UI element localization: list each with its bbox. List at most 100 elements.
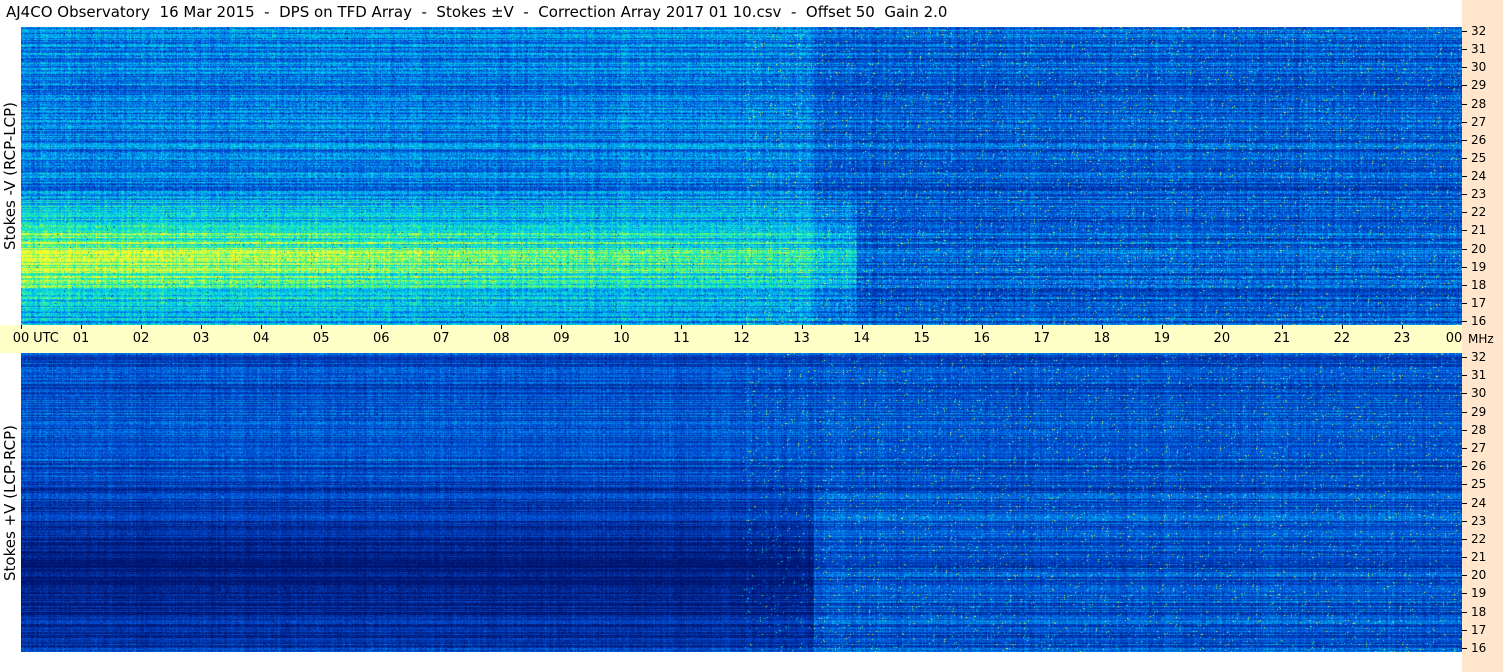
frequency-tick-mark <box>1462 103 1467 105</box>
frequency-tick-mark <box>1462 302 1467 304</box>
time-tick-mark <box>201 325 203 329</box>
frequency-tick-mark <box>1462 502 1467 504</box>
frequency-tick-label: 17 <box>1471 622 1487 637</box>
time-tick-label: 22 <box>1333 331 1351 346</box>
frequency-tick-mark <box>1462 357 1467 358</box>
frequency-tick-mark <box>1462 266 1467 268</box>
frequency-tick-mark <box>1462 557 1467 559</box>
time-tick-mark <box>1041 325 1043 329</box>
frequency-tick-label: 27 <box>1471 114 1487 129</box>
time-tick-mark <box>741 325 743 329</box>
time-tick-label: 00 <box>12 331 30 346</box>
frequency-tick-mark <box>1462 611 1467 613</box>
time-tick-label: 00 <box>1445 331 1463 346</box>
spectrogram-bottom-panel <box>21 353 1462 652</box>
time-tick-mark <box>861 325 863 329</box>
time-tick-mark <box>441 325 443 329</box>
frequency-tick-mark <box>1462 157 1467 159</box>
frequency-tick-label: 30 <box>1471 386 1487 401</box>
time-tick-mark <box>801 325 803 329</box>
time-tick-label: 12 <box>733 331 750 346</box>
frequency-tick-mark <box>1462 538 1467 540</box>
time-tick-label: 20 <box>1213 331 1231 346</box>
time-tick-label: 15 <box>913 331 930 346</box>
frequency-tick-label: 25 <box>1471 477 1487 492</box>
time-tick-label: 10 <box>613 331 630 346</box>
time-tick-label: 06 <box>372 331 390 346</box>
time-tick-label: 01 <box>72 331 90 346</box>
time-tick-label: 03 <box>192 331 210 346</box>
frequency-tick-mark <box>1462 139 1467 141</box>
frequency-tick-label: 24 <box>1471 495 1487 510</box>
time-tick-mark <box>1101 325 1103 329</box>
spectrogram-top-canvas <box>21 27 1462 325</box>
frequency-tick-label: 26 <box>1471 132 1487 147</box>
chart-title: AJ4CO Observatory 16 Mar 2015 - DPS on T… <box>6 3 948 21</box>
time-tick-mark <box>681 325 683 329</box>
time-tick-mark <box>501 325 503 329</box>
frequency-tick-mark <box>1462 321 1467 322</box>
frequency-tick-label: 22 <box>1471 205 1487 220</box>
time-tick-mark <box>1281 325 1283 329</box>
time-unit-label: UTC <box>33 331 59 346</box>
time-tick-label: 13 <box>793 331 810 346</box>
frequency-tick-label: 16 <box>1471 314 1487 328</box>
time-tick-label: 11 <box>673 331 690 346</box>
frequency-unit-label: MHz <box>1468 332 1494 346</box>
frequency-tick-label: 18 <box>1471 604 1487 619</box>
frequency-tick-label: 29 <box>1471 404 1487 419</box>
frequency-tick-mark <box>1462 49 1467 51</box>
frequency-tick-mark <box>1462 31 1467 32</box>
frequency-tick-label: 16 <box>1471 641 1487 655</box>
frequency-tick-label: 31 <box>1471 42 1487 57</box>
time-tick-label: 08 <box>493 331 510 346</box>
frequency-tick-mark <box>1462 520 1467 522</box>
time-tick-mark <box>141 325 143 329</box>
frequency-tick-label: 29 <box>1471 78 1487 93</box>
spectrogram-bottom-canvas <box>21 353 1462 652</box>
time-tick-mark <box>1161 325 1163 329</box>
frequency-tick-label: 19 <box>1471 586 1487 601</box>
top-panel-y-label-text: Stokes -V (RCP-LCP) <box>1 102 19 250</box>
time-axis: 00 UTC 01 02 03 04 05 06 07 08 09 10 11 12 13 14 15 16 17 1… <box>0 325 1463 353</box>
time-tick-mark <box>921 325 923 329</box>
time-tick-label: 16 <box>973 331 990 346</box>
frequency-tick-mark <box>1462 121 1467 123</box>
bottom-panel-y-label-text: Stokes +V (LCP-RCP) <box>1 424 19 581</box>
time-tick-label: 14 <box>853 331 870 346</box>
spectrogram-top-panel <box>21 27 1462 325</box>
frequency-tick-mark <box>1462 447 1467 449</box>
frequency-tick-label: 24 <box>1471 169 1487 183</box>
frequency-tick-label: 26 <box>1471 459 1487 474</box>
frequency-tick-label: 18 <box>1471 277 1487 292</box>
frequency-tick-label: 21 <box>1471 550 1487 565</box>
frequency-tick-label: 21 <box>1471 223 1487 238</box>
time-tick-mark <box>21 325 22 329</box>
frequency-tick-label: 27 <box>1471 440 1487 455</box>
frequency-tick-mark <box>1462 194 1467 196</box>
time-tick-label: 18 <box>1093 331 1111 346</box>
time-tick-label: 09 <box>553 331 570 346</box>
frequency-tick-label: 23 <box>1471 187 1487 202</box>
frequency-tick-label: 28 <box>1471 422 1487 437</box>
time-tick-mark <box>381 325 383 329</box>
frequency-tick-label: 25 <box>1471 150 1487 165</box>
frequency-tick-mark <box>1462 176 1467 177</box>
time-tick-mark <box>1341 325 1343 329</box>
time-tick-mark <box>261 325 263 329</box>
time-tick-mark <box>1401 325 1403 329</box>
frequency-tick-mark <box>1462 648 1467 649</box>
time-tick-label: 21 <box>1273 331 1291 346</box>
frequency-tick-label: 20 <box>1471 241 1487 256</box>
time-tick-label: 02 <box>132 331 150 346</box>
time-tick-mark <box>81 325 83 329</box>
frequency-tick-mark <box>1462 85 1467 87</box>
frequency-tick-label: 30 <box>1471 60 1487 75</box>
time-tick-mark <box>561 325 563 329</box>
frequency-tick-label: 32 <box>1471 24 1487 38</box>
frequency-tick-mark <box>1462 629 1467 631</box>
time-tick-label: 07 <box>433 331 450 346</box>
frequency-tick-mark <box>1462 593 1467 595</box>
time-tick-label: 04 <box>252 331 270 346</box>
frequency-tick-mark <box>1462 230 1467 232</box>
